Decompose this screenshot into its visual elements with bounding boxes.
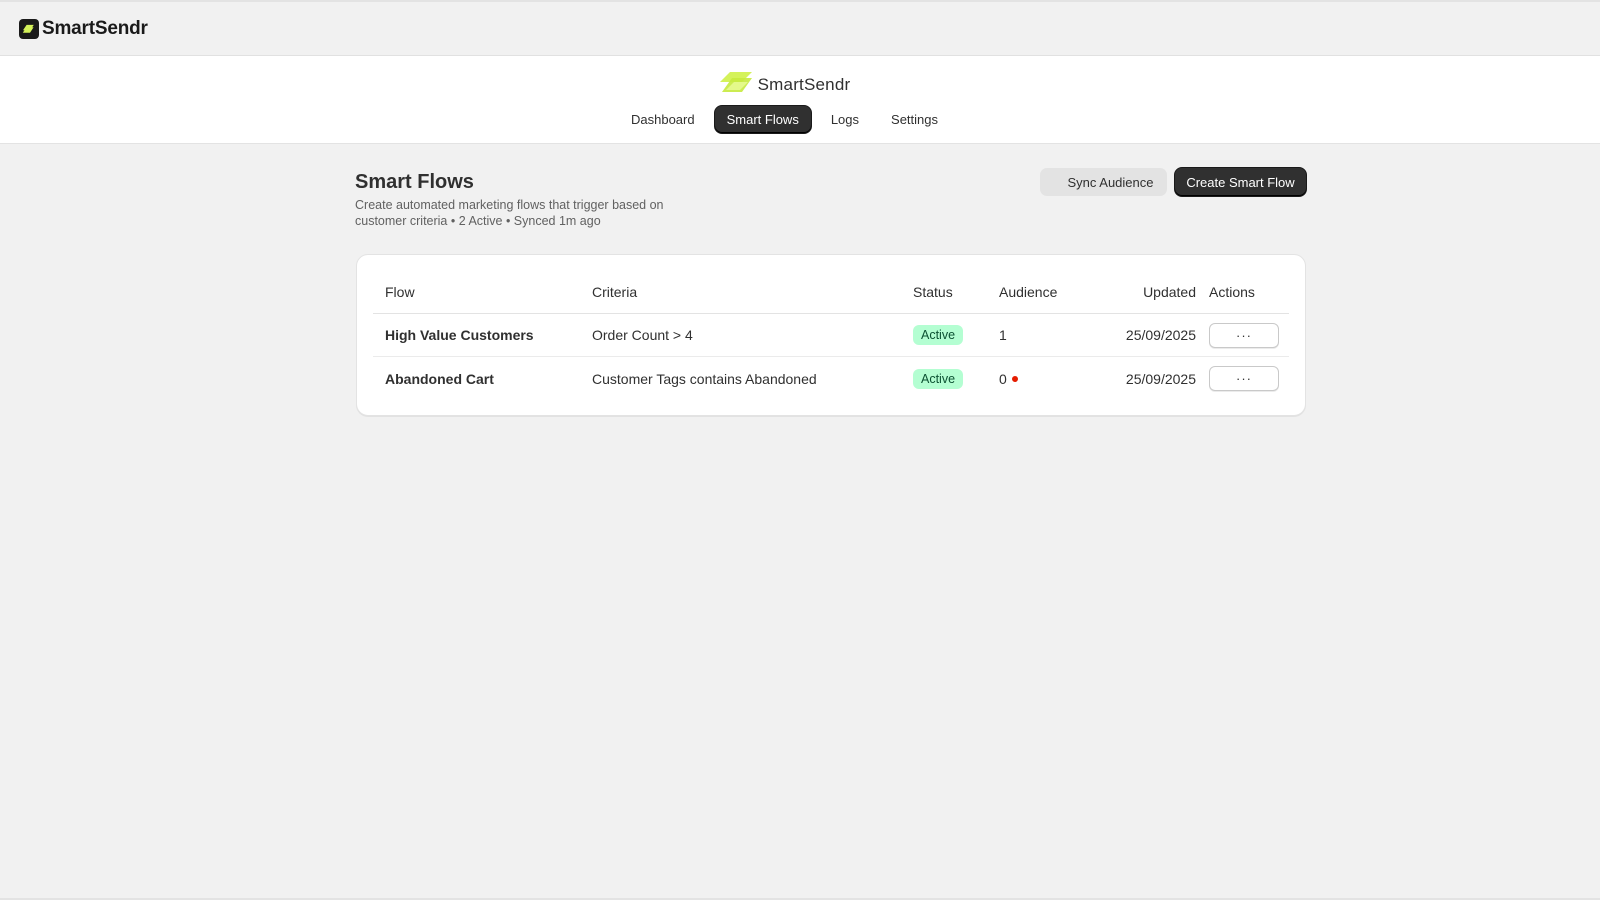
app-header: SmartSendr Dashboard Smart Flows Logs Se… <box>0 56 1600 144</box>
audience-cell: 0 <box>999 357 1018 400</box>
flows-table: Flow Criteria Status Audience Updated Ac… <box>373 271 1289 400</box>
more-actions-button[interactable]: ··· <box>1209 322 1279 348</box>
table-header: Flow Criteria Status Audience Updated Ac… <box>373 271 1289 314</box>
app-name: SmartSendr <box>42 17 148 39</box>
actions-cell: ··· <box>1209 357 1279 400</box>
status-badge: Active <box>913 368 964 389</box>
flow-name[interactable]: High Value Customers <box>385 314 534 356</box>
flows-card: Flow Criteria Status Audience Updated Ac… <box>356 254 1306 416</box>
table-row[interactable]: Abandoned Cart Customer Tags contains Ab… <box>373 357 1289 400</box>
brand: SmartSendr <box>0 70 1600 99</box>
create-smart-flow-button[interactable]: Create Smart Flow <box>1175 168 1306 196</box>
audience-cell: 1 <box>999 314 1007 356</box>
header-updated: Updated <box>1143 284 1196 300</box>
flow-criteria: Customer Tags contains Abandoned <box>592 370 817 387</box>
brand-name: SmartSendr <box>757 74 851 94</box>
sync-audience-button[interactable]: Sync Audience <box>1040 168 1167 196</box>
nav-settings[interactable]: Settings <box>879 106 950 133</box>
page-title: Smart Flows <box>355 171 474 193</box>
status-badge: Active <box>913 325 964 345</box>
audience-count: 0 <box>999 370 1007 387</box>
smartsendr-logo-icon <box>19 18 39 39</box>
updated-date: 25/09/2025 <box>1125 327 1196 343</box>
flow-criteria: Order Count > 4 <box>592 327 693 343</box>
header-status: Status <box>913 284 953 300</box>
table-row[interactable]: High Value Customers Order Count > 4 Act… <box>373 314 1289 357</box>
nav-dashboard[interactable]: Dashboard <box>619 106 707 133</box>
audience-alert-dot-icon <box>1011 375 1018 382</box>
header-criteria: Criteria <box>592 284 638 300</box>
status-cell: Active <box>913 357 964 400</box>
header-flow: Flow <box>385 284 415 300</box>
app-bar: SmartSendr <box>0 2 1600 56</box>
audience-count: 1 <box>999 327 1007 343</box>
updated-date: 25/09/2025 <box>1125 370 1196 387</box>
main-nav: Dashboard Smart Flows Logs Settings <box>0 106 1600 133</box>
nav-smart-flows[interactable]: Smart Flows <box>714 106 811 133</box>
more-actions-button[interactable]: ··· <box>1209 366 1279 391</box>
page-subtitle: Create automated marketing flows that tr… <box>355 198 664 228</box>
nav-logs[interactable]: Logs <box>819 106 871 133</box>
header-audience: Audience <box>999 284 1058 300</box>
actions-cell: ··· <box>1209 314 1279 356</box>
smartsendr-brand-icon <box>719 70 754 99</box>
status-cell: Active <box>913 314 964 356</box>
flow-name[interactable]: Abandoned Cart <box>385 357 494 400</box>
header-actions: Actions <box>1209 284 1255 300</box>
